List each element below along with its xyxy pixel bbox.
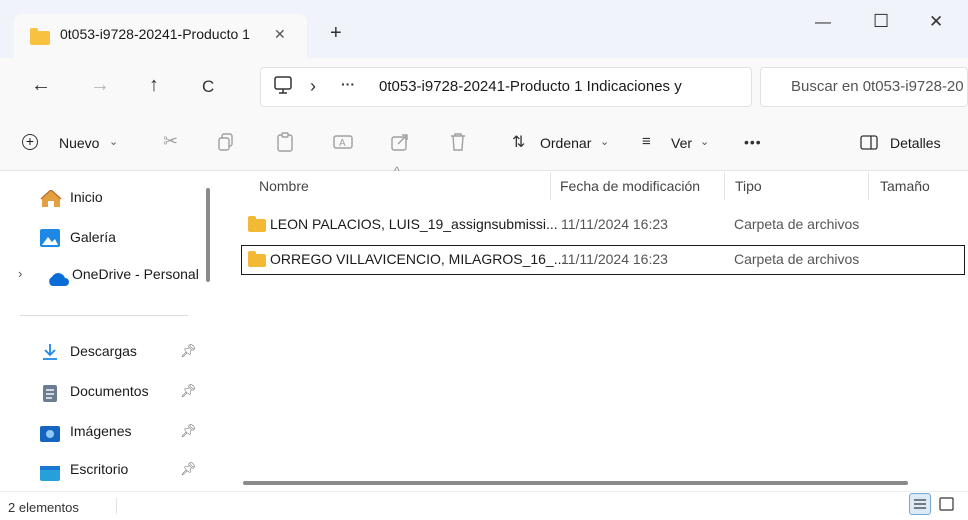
up-button[interactable]: ↑ <box>149 74 159 97</box>
sidebar-item-label: Escritorio <box>70 461 129 477</box>
status-bar <box>0 491 968 520</box>
sort-label: Ordenar <box>540 135 592 151</box>
file-date: 11/11/2024 16:23 <box>561 251 668 267</box>
download-icon <box>42 342 58 370</box>
view-icon: ≡ <box>642 133 651 150</box>
sidebar-item-documentos[interactable]: Documentos 📌︎ <box>40 377 200 405</box>
sort-button[interactable]: ⇅ Ordenar ⌄ <box>512 133 612 155</box>
pin-icon[interactable]: 📌︎ <box>180 417 197 445</box>
sidebar-divider <box>20 315 188 316</box>
pin-icon[interactable]: 📌︎ <box>180 377 197 405</box>
sidebar-item-label: Descargas <box>70 343 137 359</box>
share-icon[interactable] <box>391 133 409 154</box>
paste-icon[interactable] <box>276 132 294 155</box>
folder-icon <box>30 28 50 45</box>
file-name: ORREGO VILLAVICENCIO, MILAGROS_16_... <box>270 251 566 267</box>
maximize-button[interactable]: ☐ <box>873 11 889 32</box>
details-pane-icon <box>860 135 878 153</box>
item-count: 2 elementos <box>8 500 79 515</box>
table-row[interactable]: ORREGO VILLAVICENCIO, MILAGROS_16_... 11… <box>241 245 965 275</box>
column-header-size[interactable]: Tamaño <box>880 178 930 194</box>
chevron-down-icon: ⌄ <box>700 136 710 148</box>
gallery-icon <box>40 228 60 256</box>
horizontal-scrollbar[interactable] <box>243 481 908 485</box>
plus-circle-icon: + <box>22 134 38 150</box>
sidebar-item-label: Imágenes <box>70 423 132 439</box>
expand-chevron-icon[interactable]: › <box>18 260 22 288</box>
minimize-button[interactable]: — <box>815 14 831 32</box>
sort-icon: ⇅ <box>512 134 526 151</box>
sidebar-item-descargas[interactable]: Descargas 📌︎ <box>40 337 200 365</box>
file-date: 11/11/2024 16:23 <box>561 216 668 232</box>
column-divider[interactable] <box>724 172 725 200</box>
breadcrumb-overflow-button[interactable]: ··· <box>341 76 355 92</box>
breadcrumb-chevron-icon[interactable]: › <box>310 76 316 97</box>
chevron-down-icon: ⌄ <box>109 136 119 148</box>
cloud-icon <box>46 268 70 296</box>
column-header-type[interactable]: Tipo <box>735 178 762 194</box>
refresh-button[interactable]: C <box>202 77 214 97</box>
pin-icon[interactable]: 📌︎ <box>180 337 197 365</box>
sidebar-item-label: Galería <box>70 229 116 245</box>
home-icon <box>40 188 62 217</box>
status-divider <box>116 498 117 514</box>
copy-icon[interactable] <box>217 133 235 154</box>
back-button[interactable]: ← <box>31 74 51 97</box>
details-label: Detalles <box>890 135 941 151</box>
details-button[interactable]: Detalles <box>860 133 950 155</box>
command-bar <box>0 118 968 171</box>
search-input[interactable]: Buscar en 0t053-i9728-20 <box>791 78 964 95</box>
column-header-name[interactable]: Nombre <box>259 178 309 194</box>
file-type: Carpeta de archivos <box>734 251 860 267</box>
forward-button[interactable]: → <box>90 74 110 97</box>
tab-close-icon[interactable]: ✕ <box>274 26 286 43</box>
navigation-pane: Inicio Galería › OneDrive - Personal Des… <box>0 171 220 491</box>
sidebar-item-escritorio[interactable]: Escritorio 📌︎ <box>40 455 200 483</box>
sort-arrow-icon: ^ <box>394 164 400 178</box>
new-button[interactable]: + Nuevo ⌄ <box>22 133 132 155</box>
file-type: Carpeta de archivos <box>734 216 860 232</box>
view-button[interactable]: ≡ Ver ⌄ <box>642 133 712 155</box>
cut-icon[interactable]: ✂ <box>163 131 178 152</box>
chevron-down-icon: ⌄ <box>600 136 610 148</box>
more-options-button[interactable]: ••• <box>744 134 762 150</box>
svg-text:A: A <box>339 138 346 149</box>
column-header-date[interactable]: Fecha de modificación <box>560 178 700 194</box>
new-tab-button[interactable]: + <box>330 22 342 45</box>
sidebar-item-imagenes[interactable]: Imágenes 📌︎ <box>40 417 200 445</box>
tab-title: 0t053-i9728-20241-Producto 1 <box>60 26 250 42</box>
table-row[interactable]: LEON PALACIOS, LUIS_19_assignsubmissi...… <box>241 210 965 240</box>
sidebar-item-label: Inicio <box>70 189 103 205</box>
new-label: Nuevo <box>59 135 100 151</box>
rename-icon[interactable]: A <box>333 133 353 154</box>
folder-icon <box>248 251 266 267</box>
computer-icon <box>274 76 292 99</box>
column-divider[interactable] <box>550 172 551 200</box>
sidebar-scrollbar[interactable] <box>206 188 210 282</box>
view-label: Ver <box>671 135 693 151</box>
details-view-icon[interactable] <box>909 493 931 515</box>
folder-icon <box>248 216 266 232</box>
tiles-view-icon[interactable] <box>939 497 955 515</box>
close-window-button[interactable]: ✕ <box>929 12 943 32</box>
search-box[interactable]: Buscar en 0t053-i9728-20 <box>760 67 968 107</box>
delete-icon[interactable] <box>449 132 467 155</box>
sidebar-item-label: Documentos <box>70 383 149 399</box>
column-divider[interactable] <box>868 172 869 200</box>
sidebar-item-label: OneDrive - Personal <box>72 266 199 282</box>
breadcrumb-path[interactable]: 0t053-i9728-20241-Producto 1 Indicacione… <box>379 78 682 95</box>
desktop-icon <box>40 462 60 490</box>
pin-icon[interactable]: 📌︎ <box>180 455 197 483</box>
file-name: LEON PALACIOS, LUIS_19_assignsubmissi... <box>270 216 558 232</box>
documents-icon <box>42 383 58 411</box>
pictures-icon <box>40 423 60 451</box>
